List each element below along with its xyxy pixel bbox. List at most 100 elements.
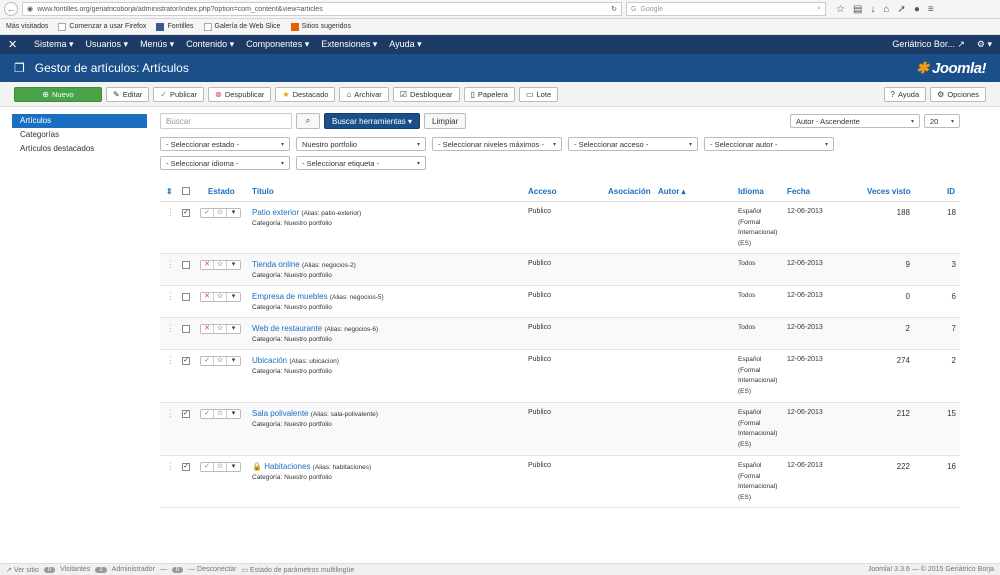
row-checkbox[interactable]: ✓ xyxy=(182,410,190,418)
search-bar[interactable]: G Google ⌕ xyxy=(626,2,826,16)
article-title-link[interactable]: Web de restaurante xyxy=(252,324,322,333)
published-icon[interactable]: ✓ xyxy=(201,463,214,471)
col-access[interactable]: Acceso xyxy=(528,187,556,196)
actions-dropdown-icon[interactable]: ▾ xyxy=(227,261,240,269)
menu-contenido[interactable]: Contenido ▾ xyxy=(186,39,234,50)
options-button[interactable]: ⚙ Opciones xyxy=(930,86,986,102)
bookmark-suggested[interactable]: Sitios sugeridos xyxy=(290,22,351,31)
search-input[interactable]: Buscar xyxy=(160,113,292,129)
home-icon[interactable]: ⌂ xyxy=(883,4,889,15)
menu-extensiones[interactable]: Extensiones ▾ xyxy=(321,39,377,50)
article-title-link[interactable]: Sala polivalente xyxy=(252,409,308,418)
menu-componentes[interactable]: Componentes ▾ xyxy=(246,39,309,50)
article-title-link[interactable]: Habitaciones xyxy=(264,462,310,471)
col-association[interactable]: Asociación xyxy=(608,187,651,196)
menu-sistema[interactable]: Sistema ▾ xyxy=(34,39,74,50)
unpublished-icon[interactable]: ✕ xyxy=(201,261,214,269)
article-title-link[interactable]: Empresa de muebles xyxy=(252,292,328,301)
filter-status[interactable]: - Seleccionar estado - ▾ xyxy=(160,137,290,151)
drag-handle-icon[interactable]: ⋮ xyxy=(166,259,175,270)
published-icon[interactable]: ✓ xyxy=(201,209,214,217)
edit-button[interactable]: ✎ Editar xyxy=(106,86,150,102)
checkin-button[interactable]: ☑ Desbloquear xyxy=(392,86,460,102)
featured-button[interactable]: ★ Destacado xyxy=(275,86,336,102)
drag-handle-icon[interactable]: ⋮ xyxy=(166,291,175,302)
actions-dropdown-icon[interactable]: ▾ xyxy=(227,410,240,418)
menu-menus[interactable]: Menús ▾ xyxy=(140,39,174,50)
row-checkbox[interactable] xyxy=(182,261,190,269)
actions-dropdown-icon[interactable]: ▾ xyxy=(227,357,240,365)
new-button[interactable]: ⊕ Nuevo xyxy=(14,86,102,102)
bookmark-firefox[interactable]: Comenzar a usar Firefox xyxy=(58,22,146,31)
url-bar[interactable]: ◉ www.fontilles.org/geriatricoborja/admi… xyxy=(22,2,622,16)
col-author[interactable]: Autor ▴ xyxy=(658,187,686,196)
unpublished-icon[interactable]: ✕ xyxy=(201,325,214,333)
published-icon[interactable]: ✓ xyxy=(201,357,214,365)
actions-dropdown-icon[interactable]: ▾ xyxy=(227,293,240,301)
featured-star-icon[interactable]: ☆ xyxy=(214,357,227,365)
filter-tag[interactable]: - Seleccionar etiqueta - ▾ xyxy=(296,156,426,170)
unpublished-icon[interactable]: ✕ xyxy=(201,293,214,301)
sort-ordering[interactable]: ⇕ xyxy=(166,187,173,196)
filter-language[interactable]: - Seleccionar idioma - ▾ xyxy=(160,156,290,170)
col-status[interactable]: Estado xyxy=(208,187,235,196)
limit-select[interactable]: 20 ▾ xyxy=(924,114,960,128)
magnifier-icon[interactable]: ⌕ xyxy=(817,5,821,13)
featured-star-icon[interactable]: ☆ xyxy=(214,463,227,471)
featured-star-icon[interactable]: ☆ xyxy=(214,293,227,301)
bookmark-webslice[interactable]: Galería de Web Slice xyxy=(203,22,281,31)
view-site-link[interactable]: ↗ Ver sitio xyxy=(6,566,39,574)
row-checkbox[interactable]: ✓ xyxy=(182,463,190,471)
batch-button[interactable]: ▭ Lote xyxy=(518,86,559,102)
search-button[interactable]: ⌕ xyxy=(296,113,320,129)
featured-star-icon[interactable]: ☆ xyxy=(214,410,227,418)
select-all-checkbox[interactable] xyxy=(182,187,190,197)
row-checkbox[interactable]: ✓ xyxy=(182,357,190,365)
menu-ayuda[interactable]: Ayuda ▾ xyxy=(389,39,421,50)
col-language[interactable]: Idioma xyxy=(738,187,764,196)
sidebar-item-featured[interactable]: Artículos destacados xyxy=(12,142,147,156)
filter-levels[interactable]: - Seleccionar niveles máximos - ▾ xyxy=(432,137,562,151)
download-icon[interactable]: ↓ xyxy=(870,4,875,15)
drag-handle-icon[interactable]: ⋮ xyxy=(166,408,175,419)
drag-handle-icon[interactable]: ⋮ xyxy=(166,355,175,366)
search-tools-button[interactable]: Buscar herramientas ▾ xyxy=(324,113,421,129)
published-icon[interactable]: ✓ xyxy=(201,410,214,418)
col-id[interactable]: ID xyxy=(947,187,955,196)
order-select[interactable]: Autor - Ascendente ▾ xyxy=(790,114,920,128)
actions-dropdown-icon[interactable]: ▾ xyxy=(227,209,240,217)
featured-star-icon[interactable]: ☆ xyxy=(214,325,227,333)
star-icon[interactable]: ☆ xyxy=(836,4,845,15)
featured-star-icon[interactable]: ☆ xyxy=(214,261,227,269)
actions-dropdown-icon[interactable]: ▾ xyxy=(227,325,240,333)
col-hits[interactable]: Veces visto xyxy=(867,187,911,196)
menu-usuarios[interactable]: Usuarios ▾ xyxy=(86,39,129,50)
featured-star-icon[interactable]: ☆ xyxy=(214,209,227,217)
row-checkbox[interactable]: ✓ xyxy=(182,209,190,217)
col-date[interactable]: Fecha xyxy=(787,187,810,196)
clear-button[interactable]: Limpiar xyxy=(424,113,467,129)
row-checkbox[interactable] xyxy=(182,293,190,301)
multilang-status[interactable]: ▭ Estado de parámetros multilingüe xyxy=(241,566,354,574)
addon-icon[interactable]: ● xyxy=(914,4,920,15)
help-button[interactable]: ? Ayuda xyxy=(883,86,927,102)
publish-button[interactable]: ✓ Publicar xyxy=(153,86,205,102)
article-title-link[interactable]: Ubicación xyxy=(252,356,287,365)
bookmark-fontilles[interactable]: Fontilles xyxy=(156,22,194,31)
user-settings-menu[interactable]: ⚙ ▾ xyxy=(977,39,992,50)
site-link[interactable]: Geriátrico Bor... ↗ xyxy=(892,39,965,50)
drag-handle-icon[interactable]: ⋮ xyxy=(166,461,175,472)
send-icon[interactable]: ➚ xyxy=(897,4,905,15)
sidebar-item-articles[interactable]: Artículos xyxy=(12,114,147,128)
back-icon[interactable]: ← xyxy=(4,2,18,16)
row-checkbox[interactable] xyxy=(182,325,190,333)
article-title-link[interactable]: Tienda online xyxy=(252,260,300,269)
archive-button[interactable]: ⌂ Archivar xyxy=(339,86,389,102)
drag-handle-icon[interactable]: ⋮ xyxy=(166,323,175,334)
filter-access[interactable]: - Seleccionar acceso - ▾ xyxy=(568,137,698,151)
drag-handle-icon[interactable]: ⋮ xyxy=(166,207,175,218)
filter-category[interactable]: Nuestro portfolio ▾ xyxy=(296,137,426,151)
article-title-link[interactable]: Patio exterior xyxy=(252,208,299,217)
col-title[interactable]: Título xyxy=(252,187,274,196)
joomla-icon[interactable]: ✕ xyxy=(8,38,20,51)
